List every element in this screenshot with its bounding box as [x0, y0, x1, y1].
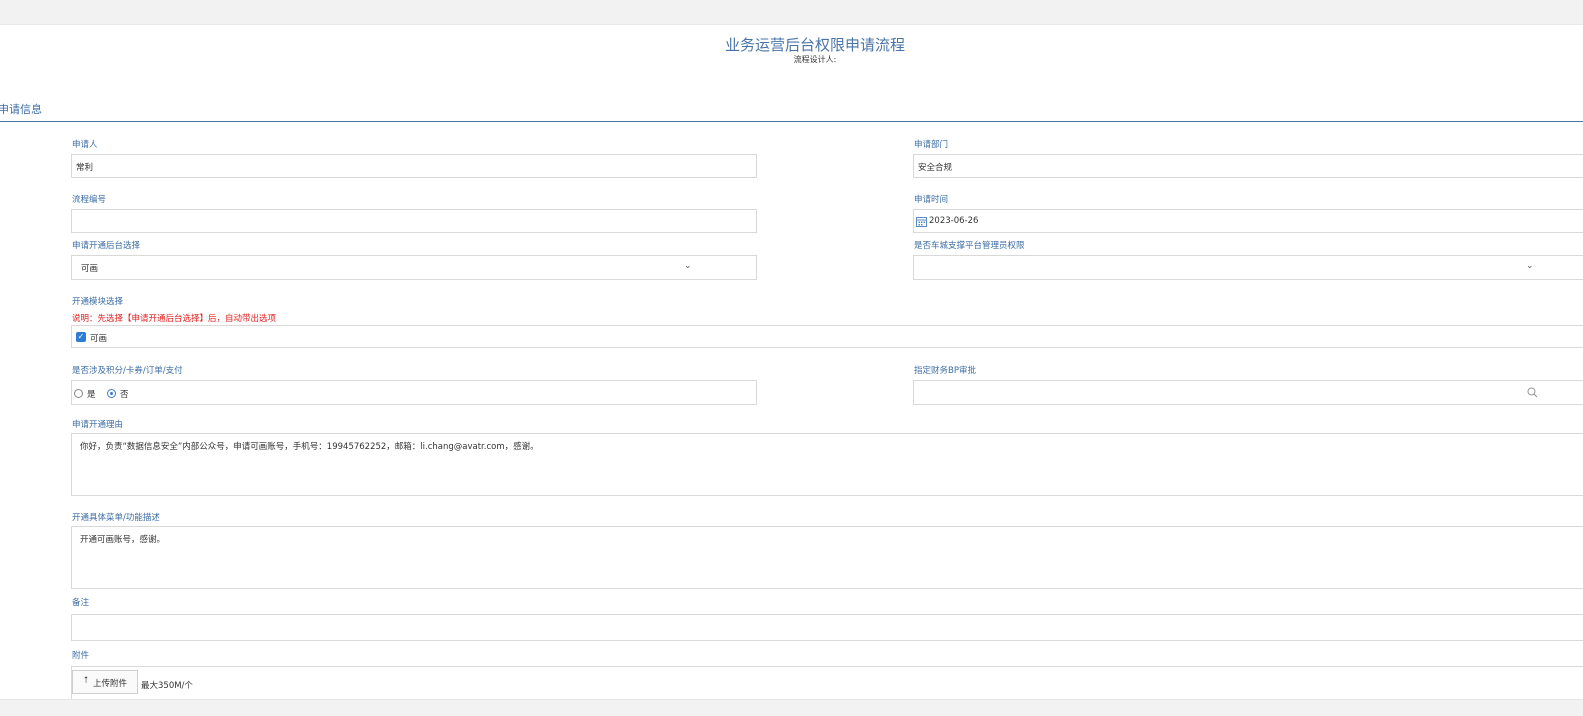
- chevron-down-icon: ⌄: [1526, 261, 1534, 271]
- attachment-label: 附件: [72, 651, 90, 661]
- department-label: 申请部门: [914, 140, 949, 150]
- applicant-label: 申请人: [72, 140, 98, 150]
- admin-permission-label: 是否车城支撑平台管理员权限: [914, 241, 1025, 251]
- applicant-field[interactable]: 常利: [71, 154, 757, 178]
- involves-payment-label: 是否涉及积分/卡券/订单/支付: [72, 366, 183, 376]
- radio-yes[interactable]: [74, 389, 83, 398]
- upload-button-label: 上传附件: [93, 679, 128, 689]
- module-select-label: 开通模块选择: [72, 297, 124, 307]
- applicant-value: 常利: [76, 163, 94, 173]
- admin-permission-dropdown[interactable]: ⌄: [913, 255, 1583, 280]
- radio-no[interactable]: [107, 389, 116, 398]
- attachment-area: [71, 666, 1583, 699]
- menu-desc-label: 开通具体菜单/功能描述: [72, 513, 160, 523]
- reason-textarea[interactable]: 你好，负责“数据信息安全”内部公众号，申请可画账号，手机号：1994576225…: [71, 433, 1583, 496]
- radio-yes-label: 是: [87, 390, 96, 400]
- upload-button[interactable]: ⭡ 上传附件: [72, 670, 138, 694]
- radio-no-label: 否: [120, 390, 129, 400]
- finance-bp-field[interactable]: [913, 380, 1583, 405]
- remark-label: 备注: [72, 598, 90, 608]
- section-divider: [0, 121, 1583, 122]
- remark-field[interactable]: [71, 614, 1583, 641]
- top-bar: [0, 0, 1583, 25]
- upload-icon: ⭡: [84, 676, 89, 686]
- apply-time-label: 申请时间: [914, 195, 949, 205]
- module-option-label: 可画: [90, 334, 108, 344]
- module-select-note: 说明：先选择【申请开通后台选择】后，自动带出选项: [72, 314, 277, 324]
- department-field[interactable]: 安全合规: [913, 154, 1583, 178]
- involves-payment-field: 是 否: [71, 380, 757, 405]
- process-no-field[interactable]: [71, 209, 757, 233]
- reason-label: 申请开通理由: [72, 420, 124, 430]
- section-title: 申请信息: [0, 103, 42, 116]
- designer-label: 流程设计人:: [793, 55, 837, 64]
- backend-select-value: 可画: [81, 264, 99, 274]
- bottom-bar: [0, 699, 1583, 716]
- backend-select-label: 申请开通后台选择: [72, 241, 141, 251]
- menu-desc-value: 开通可画账号，感谢。: [80, 535, 166, 545]
- apply-time-value: 2023-06-26: [929, 216, 979, 226]
- backend-select-dropdown[interactable]: 可画 ⌄: [71, 255, 757, 280]
- process-no-label: 流程编号: [72, 195, 107, 205]
- department-value: 安全合规: [918, 163, 953, 173]
- module-checkbox[interactable]: ✓: [76, 332, 86, 342]
- apply-time-field[interactable]: 2023-06-26: [913, 209, 1583, 233]
- attachment-limit: 最大350M/个: [141, 681, 193, 691]
- menu-desc-textarea[interactable]: 开通可画账号，感谢。: [71, 526, 1583, 589]
- page-title: 业务运营后台权限申请流程: [724, 36, 905, 54]
- chevron-down-icon: ⌄: [684, 261, 692, 271]
- reason-value: 你好，负责“数据信息安全”内部公众号，申请可画账号，手机号：1994576225…: [80, 442, 539, 452]
- module-select-box: ✓ 可画: [71, 325, 1583, 348]
- search-icon[interactable]: [1527, 387, 1538, 398]
- finance-bp-label: 指定财务BP审批: [914, 366, 976, 376]
- calendar-icon[interactable]: [916, 216, 927, 227]
